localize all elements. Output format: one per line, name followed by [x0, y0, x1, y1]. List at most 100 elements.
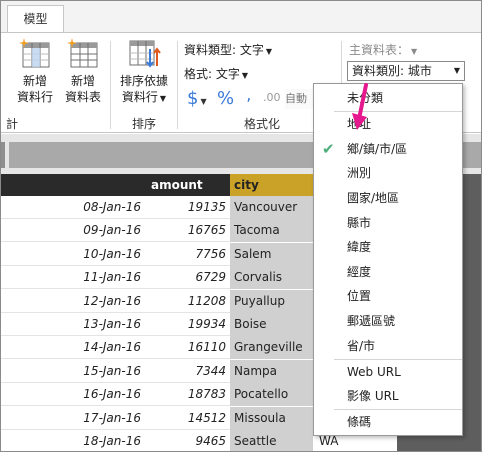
- window: 模型 新增 資料行 新增 資料表 計 排序依據 資料行 ▼ 排序 資料類型: 文…: [0, 0, 482, 452]
- cell-city[interactable]: Vancouver: [230, 196, 313, 219]
- data-type-dropdown[interactable]: 資料類型: 文字 ▼: [184, 41, 272, 58]
- cell-amount[interactable]: 9465: [147, 430, 229, 451]
- cell-date[interactable]: 12-Jan-16: [1, 290, 145, 313]
- decimal-icon: .00: [263, 91, 281, 104]
- decimal-places-input[interactable]: 自動: [285, 89, 315, 109]
- band-edge: [1, 142, 5, 168]
- ribbon-separator: [110, 41, 111, 129]
- menu-item[interactable]: 未分類: [314, 86, 462, 111]
- chevron-down-icon: ▼: [265, 47, 273, 56]
- menu-item[interactable]: 省/市: [314, 334, 462, 359]
- data-category-dropdown[interactable]: 資料類別: 城市 ▼: [347, 61, 465, 81]
- format-dropdown[interactable]: 格式: 文字 ▼: [184, 65, 248, 82]
- cell-amount[interactable]: 16765: [147, 219, 229, 242]
- sort-by-column-button[interactable]: 排序依據 資料行 ▼: [115, 37, 173, 107]
- cell-city[interactable]: Grangeville: [230, 336, 313, 360]
- cell-date[interactable]: 18-Jan-16: [1, 430, 145, 451]
- comma-icon: ,: [243, 85, 252, 104]
- cell-city[interactable]: Nampa: [230, 359, 313, 383]
- menu-item[interactable]: 影像 URL: [314, 384, 462, 409]
- cell-date[interactable]: 08-Jan-16: [1, 196, 145, 219]
- cell-amount[interactable]: 16110: [147, 336, 229, 359]
- cell-amount[interactable]: 14512: [147, 407, 229, 430]
- chevron-down-icon: ▼: [200, 97, 207, 106]
- cell-date[interactable]: 09-Jan-16: [1, 219, 145, 242]
- menu-item[interactable]: 郵遞區號: [314, 309, 462, 334]
- decimal-button[interactable]: .00: [263, 91, 281, 104]
- cell-date[interactable]: 16-Jan-16: [1, 383, 145, 406]
- format-label: 格式: 文字: [184, 67, 240, 81]
- menu-item[interactable]: ✔ 鄉/鎮/市/區: [314, 137, 462, 162]
- cell-city[interactable]: Corvalis: [230, 266, 313, 290]
- column-header-city[interactable]: city: [230, 174, 313, 196]
- cell-amount[interactable]: 19135: [147, 196, 229, 219]
- cell-city[interactable]: Salem: [230, 242, 313, 266]
- menu-item-label: 鄉/鎮/市/區: [347, 141, 408, 156]
- new-table-button[interactable]: 新增 資料表: [59, 37, 107, 105]
- menu-item[interactable]: 經度: [314, 260, 462, 285]
- column-header-amount[interactable]: amount: [147, 174, 229, 196]
- menu-item-label: 縣市: [347, 215, 372, 230]
- cell-amount[interactable]: 7756: [147, 243, 229, 266]
- sort-by-column-icon: [129, 40, 161, 68]
- cell-date[interactable]: 11-Jan-16: [1, 266, 145, 289]
- menu-item-label: 國家/地區: [347, 190, 400, 205]
- cell-amount[interactable]: 7344: [147, 360, 229, 383]
- chevron-down-icon: ▼: [453, 66, 460, 75]
- menu-item-label: 洲別: [347, 166, 372, 181]
- new-table-label-1: 新增: [70, 74, 95, 88]
- menu-item[interactable]: 緯度: [314, 235, 462, 260]
- menu-item[interactable]: 縣市: [314, 211, 462, 236]
- cell-date[interactable]: 15-Jan-16: [1, 360, 145, 383]
- data-category-label: 資料類別: 城市: [352, 64, 432, 78]
- sort-group-label: 排序: [131, 117, 156, 131]
- ribbon-separator: [177, 41, 178, 129]
- sort-by-column-label-2: 資料行: [121, 90, 158, 104]
- ribbon-tab-strip: 模型: [1, 1, 481, 33]
- cell-amount[interactable]: 19934: [147, 313, 229, 336]
- cell-amount[interactable]: 18783: [147, 383, 229, 406]
- chevron-down-icon: ▼: [159, 94, 167, 103]
- chevron-down-icon: ▼: [241, 71, 249, 80]
- new-column-button[interactable]: 新增 資料行: [11, 37, 59, 105]
- currency-icon: $: [187, 88, 199, 109]
- cell-date[interactable]: 10-Jan-16: [1, 243, 145, 266]
- menu-item[interactable]: 國家/地區: [314, 186, 462, 211]
- new-table-label-2: 資料表: [64, 90, 101, 104]
- menu-item[interactable]: 條碼: [314, 410, 462, 435]
- percent-button[interactable]: %: [217, 88, 234, 109]
- cell-amount[interactable]: 6729: [147, 266, 229, 289]
- cell-city[interactable]: Pocatello: [230, 383, 313, 407]
- cell-city[interactable]: Boise: [230, 313, 313, 336]
- data-category-menu: 未分類地址 ✔ 鄉/鎮/市/區洲別國家/地區縣市緯度經度位置郵遞區號省/市 Web U…: [313, 83, 463, 436]
- new-column-icon: [19, 38, 50, 68]
- cell-city[interactable]: Puyallup: [230, 289, 313, 313]
- checkmark-icon: ✔: [322, 139, 335, 158]
- comma-button[interactable]: ,: [243, 85, 251, 104]
- percent-icon: %: [217, 88, 235, 109]
- home-table-dropdown[interactable]: 主資料表： ▼: [349, 41, 417, 58]
- menu-item-label: 條碼: [347, 415, 372, 430]
- menu-item[interactable]: Web URL: [314, 360, 462, 385]
- menu-item-label: 位置: [347, 289, 372, 304]
- sort-by-column-label-1: 排序依據: [119, 74, 168, 88]
- cell-city[interactable]: Tacoma: [230, 219, 313, 243]
- cell-city[interactable]: Seattle: [230, 430, 313, 451]
- format-group-label: 格式化: [243, 117, 280, 131]
- menu-item[interactable]: 洲別: [314, 161, 462, 186]
- menu-item-label: Web URL: [347, 364, 401, 379]
- menu-item[interactable]: 地址: [314, 112, 462, 137]
- menu-item-label: 緯度: [347, 240, 372, 255]
- cell-date[interactable]: 14-Jan-16: [1, 336, 145, 359]
- home-table-label: 主資料表：: [349, 43, 410, 57]
- currency-button[interactable]: $ ▼: [187, 88, 207, 109]
- tab-model[interactable]: 模型: [7, 5, 64, 33]
- menu-item-label: 影像 URL: [347, 389, 399, 404]
- data-type-label: 資料類型: 文字: [184, 43, 264, 57]
- annotation-arrow: [352, 83, 368, 130]
- cell-date[interactable]: 17-Jan-16: [1, 407, 145, 430]
- menu-item[interactable]: 位置: [314, 284, 462, 309]
- cell-city[interactable]: Missoula: [230, 406, 313, 430]
- cell-date[interactable]: 13-Jan-16: [1, 313, 145, 336]
- cell-amount[interactable]: 11208: [147, 290, 229, 313]
